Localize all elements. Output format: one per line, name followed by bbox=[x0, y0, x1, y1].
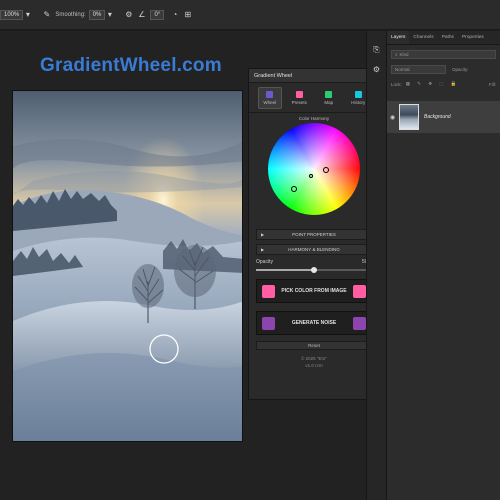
tab-wheel[interactable]: Wheel bbox=[257, 87, 282, 109]
pressure-icon[interactable]: ◔ bbox=[170, 10, 179, 19]
color-wheel[interactable] bbox=[268, 123, 360, 215]
opacity-label: Opacity bbox=[256, 259, 273, 265]
opacity-slider-knob[interactable] bbox=[311, 266, 317, 273]
kind-filter[interactable]: ⌕ Kind bbox=[391, 49, 496, 59]
point-properties-section[interactable]: ▶ POINT PROPERTIES bbox=[256, 229, 372, 240]
footer-copyright: © 2025 "Em" bbox=[301, 356, 327, 361]
layers-panel: Layers Channels Paths Properties ⌕ Kind … bbox=[386, 31, 500, 500]
footer-version: v1.0 rcm bbox=[305, 362, 323, 368]
layer-row-background[interactable]: ◉ Background bbox=[387, 101, 500, 133]
harmony-point-3[interactable] bbox=[291, 186, 297, 192]
presets-tab-icon bbox=[295, 91, 303, 98]
document-canvas[interactable] bbox=[12, 90, 243, 442]
history-tab-icon bbox=[354, 91, 362, 98]
smoothing-label: Smoothing: bbox=[55, 11, 86, 18]
symmetry-icon[interactable]: ⊞ bbox=[183, 10, 192, 19]
brush-settings-icon[interactable]: ✎ bbox=[42, 10, 51, 19]
tab-presets-label: Presets bbox=[291, 100, 307, 105]
opacity-row: Opacity 50% bbox=[256, 259, 372, 265]
gear-icon[interactable]: ⚙ bbox=[124, 10, 133, 19]
harmony-label: Color Harmony bbox=[298, 116, 330, 121]
panel-header: Gradient Wheel ≡ bbox=[249, 69, 379, 83]
options-bar: 100% ▾ ✎ Smoothing: 0% ▾ ⚙ ∠ 0° ◔ ⊞ bbox=[0, 0, 500, 30]
pick-color-label: PICK COLOR FROM IMAGE bbox=[281, 287, 347, 294]
tab-layers[interactable]: Layers bbox=[387, 31, 410, 44]
tab-properties[interactable]: Properties bbox=[458, 31, 488, 44]
lock-row: Lock: ▦ ✎ ✥ ⬚ 🔒 Fill: bbox=[391, 78, 496, 90]
panel-tabs: Wheel Presets Map History bbox=[249, 83, 379, 109]
search-icon: ⌕ bbox=[395, 51, 398, 57]
blend-row: Normal Opacity: bbox=[391, 63, 496, 75]
smoothing-chevron-icon[interactable]: ▾ bbox=[105, 10, 114, 19]
expand-triangle-icon: ▶ bbox=[261, 247, 265, 252]
smoothing-field[interactable]: 0% bbox=[88, 9, 106, 20]
harmony-point-2[interactable] bbox=[309, 174, 313, 178]
tab-wheel-label: Wheel bbox=[263, 100, 277, 105]
fill-label: Fill: bbox=[489, 81, 496, 87]
layers-tabs: Layers Channels Paths Properties bbox=[387, 31, 500, 45]
layer-name: Background bbox=[424, 114, 451, 120]
pick-color-button[interactable]: PICK COLOR FROM IMAGE bbox=[256, 279, 372, 303]
layer-opacity-label: Opacity: bbox=[452, 66, 469, 72]
lock-label: Lock: bbox=[391, 81, 402, 87]
noise-swatch-left bbox=[262, 316, 275, 330]
gradient-wheel-panel: Gradient Wheel ≡ Wheel Presets Map Histo… bbox=[248, 68, 380, 400]
tab-channels[interactable]: Channels bbox=[409, 31, 437, 44]
layer-thumbnail bbox=[399, 104, 419, 130]
harmony-blending-label: HARMONY & BLENDING bbox=[288, 247, 340, 252]
opacity-slider[interactable] bbox=[256, 266, 372, 273]
pick-color-swatch-left bbox=[262, 284, 275, 298]
visibility-eye-icon[interactable]: ◉ bbox=[390, 114, 395, 121]
brand-watermark: GradientWheel.com bbox=[40, 55, 222, 76]
angle-icon: ∠ bbox=[138, 10, 146, 19]
panel-title: Gradient Wheel bbox=[254, 73, 293, 79]
generate-noise-button[interactable]: GENERATE NOISE bbox=[256, 311, 372, 335]
tab-presets[interactable]: Presets bbox=[287, 87, 311, 109]
expand-triangle-icon: ▶ bbox=[261, 232, 265, 237]
panel-footer: © 2025 "Em" v1.0 rcm bbox=[249, 356, 379, 370]
harmony-point-1[interactable] bbox=[323, 167, 329, 173]
reset-button[interactable]: Reset bbox=[256, 341, 372, 350]
pick-color-swatch-right bbox=[353, 284, 366, 298]
tab-map-label: Map bbox=[324, 100, 334, 105]
color-wheel-wrap bbox=[268, 123, 360, 215]
wheel-tab-icon bbox=[266, 91, 274, 98]
layer-filter-row: ⌕ Kind bbox=[391, 48, 496, 60]
zoom-field[interactable]: 100% bbox=[0, 9, 24, 20]
properties-icon[interactable]: ⎘ bbox=[367, 45, 386, 55]
point-properties-label: POINT PROPERTIES bbox=[292, 232, 336, 237]
angle-field[interactable]: 0° bbox=[150, 9, 165, 20]
chevron-down-icon[interactable]: ▾ bbox=[23, 10, 32, 19]
panel-tools-column: ⎘ ⚙ bbox=[366, 31, 386, 500]
generate-noise-label: GENERATE NOISE bbox=[291, 319, 337, 326]
tab-history-label: History bbox=[351, 100, 366, 105]
map-tab-icon bbox=[325, 91, 333, 98]
adjust-icon[interactable]: ⚙ bbox=[367, 65, 386, 74]
tab-paths[interactable]: Paths bbox=[438, 31, 458, 44]
harmony-blending-section[interactable]: ▶ HARMONY & BLENDING bbox=[256, 244, 372, 255]
noise-swatch-right bbox=[353, 316, 366, 330]
winter-landscape-image bbox=[13, 91, 242, 441]
tab-map[interactable]: Map bbox=[317, 87, 341, 109]
divider bbox=[249, 112, 379, 113]
lock-icons[interactable]: ▦ ✎ ✥ ⬚ 🔒 bbox=[406, 81, 460, 87]
blend-mode-select[interactable]: Normal bbox=[391, 64, 446, 74]
opacity-slider-fill bbox=[256, 269, 314, 271]
kind-label: Kind bbox=[399, 51, 409, 57]
